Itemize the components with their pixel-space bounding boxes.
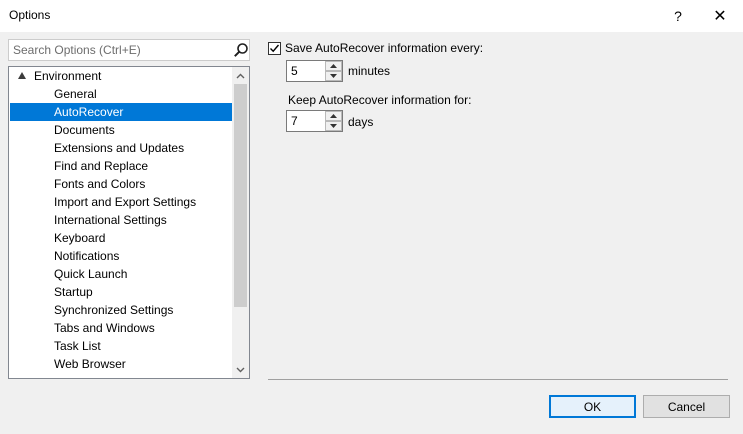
tree-item-label: Tabs and Windows [54, 321, 155, 335]
tree-item[interactable]: Tabs and Windows [10, 319, 232, 337]
tree-item[interactable]: International Settings [10, 211, 232, 229]
title-bar: Options ? ✕ [0, 0, 743, 32]
tree-item-label: Web Browser [54, 357, 126, 371]
tree-node-environment[interactable]: Environment [10, 67, 232, 85]
footer-divider [268, 379, 728, 380]
tree-item-label: Startup [54, 285, 93, 299]
checkmark-icon [270, 44, 280, 53]
tree-item-label: Import and Export Settings [54, 195, 197, 209]
tree-item[interactable]: Quick Launch [10, 265, 232, 283]
minutes-stepper [286, 60, 343, 82]
tree-item-label: Task List [54, 339, 101, 353]
keep-autorecover-label: Keep AutoRecover information for: [288, 93, 472, 107]
tree-node-label: Environment [34, 69, 102, 83]
save-autorecover-label[interactable]: Save AutoRecover information every: [285, 41, 483, 55]
tree-item-label: Extensions and Updates [54, 141, 185, 155]
minutes-down-button[interactable] [325, 71, 342, 81]
options-tree: Environment General AutoRecover Documents E… [8, 66, 250, 379]
window-title: Options [9, 8, 51, 22]
days-up-button[interactable] [325, 111, 342, 121]
chevron-up-icon [330, 64, 337, 68]
days-down-button[interactable] [325, 121, 342, 131]
tree-item[interactable]: Notifications [10, 247, 232, 265]
cancel-button[interactable]: Cancel [643, 395, 730, 418]
chevron-down-icon [330, 74, 337, 78]
close-button[interactable]: ✕ [700, 0, 740, 32]
tree-item-label: Fonts and Colors [54, 177, 146, 191]
ok-button[interactable]: OK [549, 395, 636, 418]
save-autorecover-checkbox[interactable] [268, 42, 281, 55]
tree-item-label: Notifications [54, 249, 120, 263]
tree-item-label: Synchronized Settings [54, 303, 174, 317]
minutes-up-button[interactable] [325, 61, 342, 71]
tree-item-label: General [54, 87, 97, 101]
tree-item-label: Keyboard [54, 231, 106, 245]
search-box [8, 39, 250, 61]
tree-item[interactable]: Startup [10, 283, 232, 301]
scroll-down-arrow-icon[interactable] [232, 361, 249, 378]
scroll-up-arrow-icon[interactable] [232, 67, 249, 84]
scroll-thumb[interactable] [234, 84, 247, 307]
tree-item[interactable]: AutoRecover [10, 103, 232, 121]
chevron-down-icon [330, 124, 337, 128]
tree-item[interactable]: Documents [10, 121, 232, 139]
tree-item[interactable]: General [10, 85, 232, 103]
tree-item[interactable]: Extensions and Updates [10, 139, 232, 157]
search-icon[interactable] [233, 42, 249, 58]
tree-item[interactable]: Task List [10, 337, 232, 355]
tree-item-label: Quick Launch [54, 267, 128, 281]
search-input[interactable] [9, 40, 231, 60]
tree-item[interactable]: Keyboard [10, 229, 232, 247]
tree-item-label: International Settings [54, 213, 167, 227]
minutes-unit-label: minutes [348, 64, 391, 78]
tree-scrollbar[interactable] [232, 67, 249, 378]
collapse-arrow-icon[interactable] [18, 72, 26, 79]
tree-item[interactable]: Fonts and Colors [10, 175, 232, 193]
days-input[interactable] [287, 111, 325, 131]
days-stepper [286, 110, 343, 132]
tree-item[interactable]: Find and Replace [10, 157, 232, 175]
help-button[interactable]: ? [658, 0, 698, 32]
tree-item-label: Documents [54, 123, 115, 137]
days-unit-label: days [348, 115, 374, 129]
tree-item[interactable]: Web Browser [10, 355, 232, 373]
minutes-input[interactable] [287, 61, 325, 81]
tree-item-label: AutoRecover [54, 105, 124, 119]
tree-item[interactable]: Synchronized Settings [10, 301, 232, 319]
chevron-up-icon [330, 114, 337, 118]
tree-item-label: Find and Replace [54, 159, 149, 173]
tree-item[interactable]: Import and Export Settings [10, 193, 232, 211]
